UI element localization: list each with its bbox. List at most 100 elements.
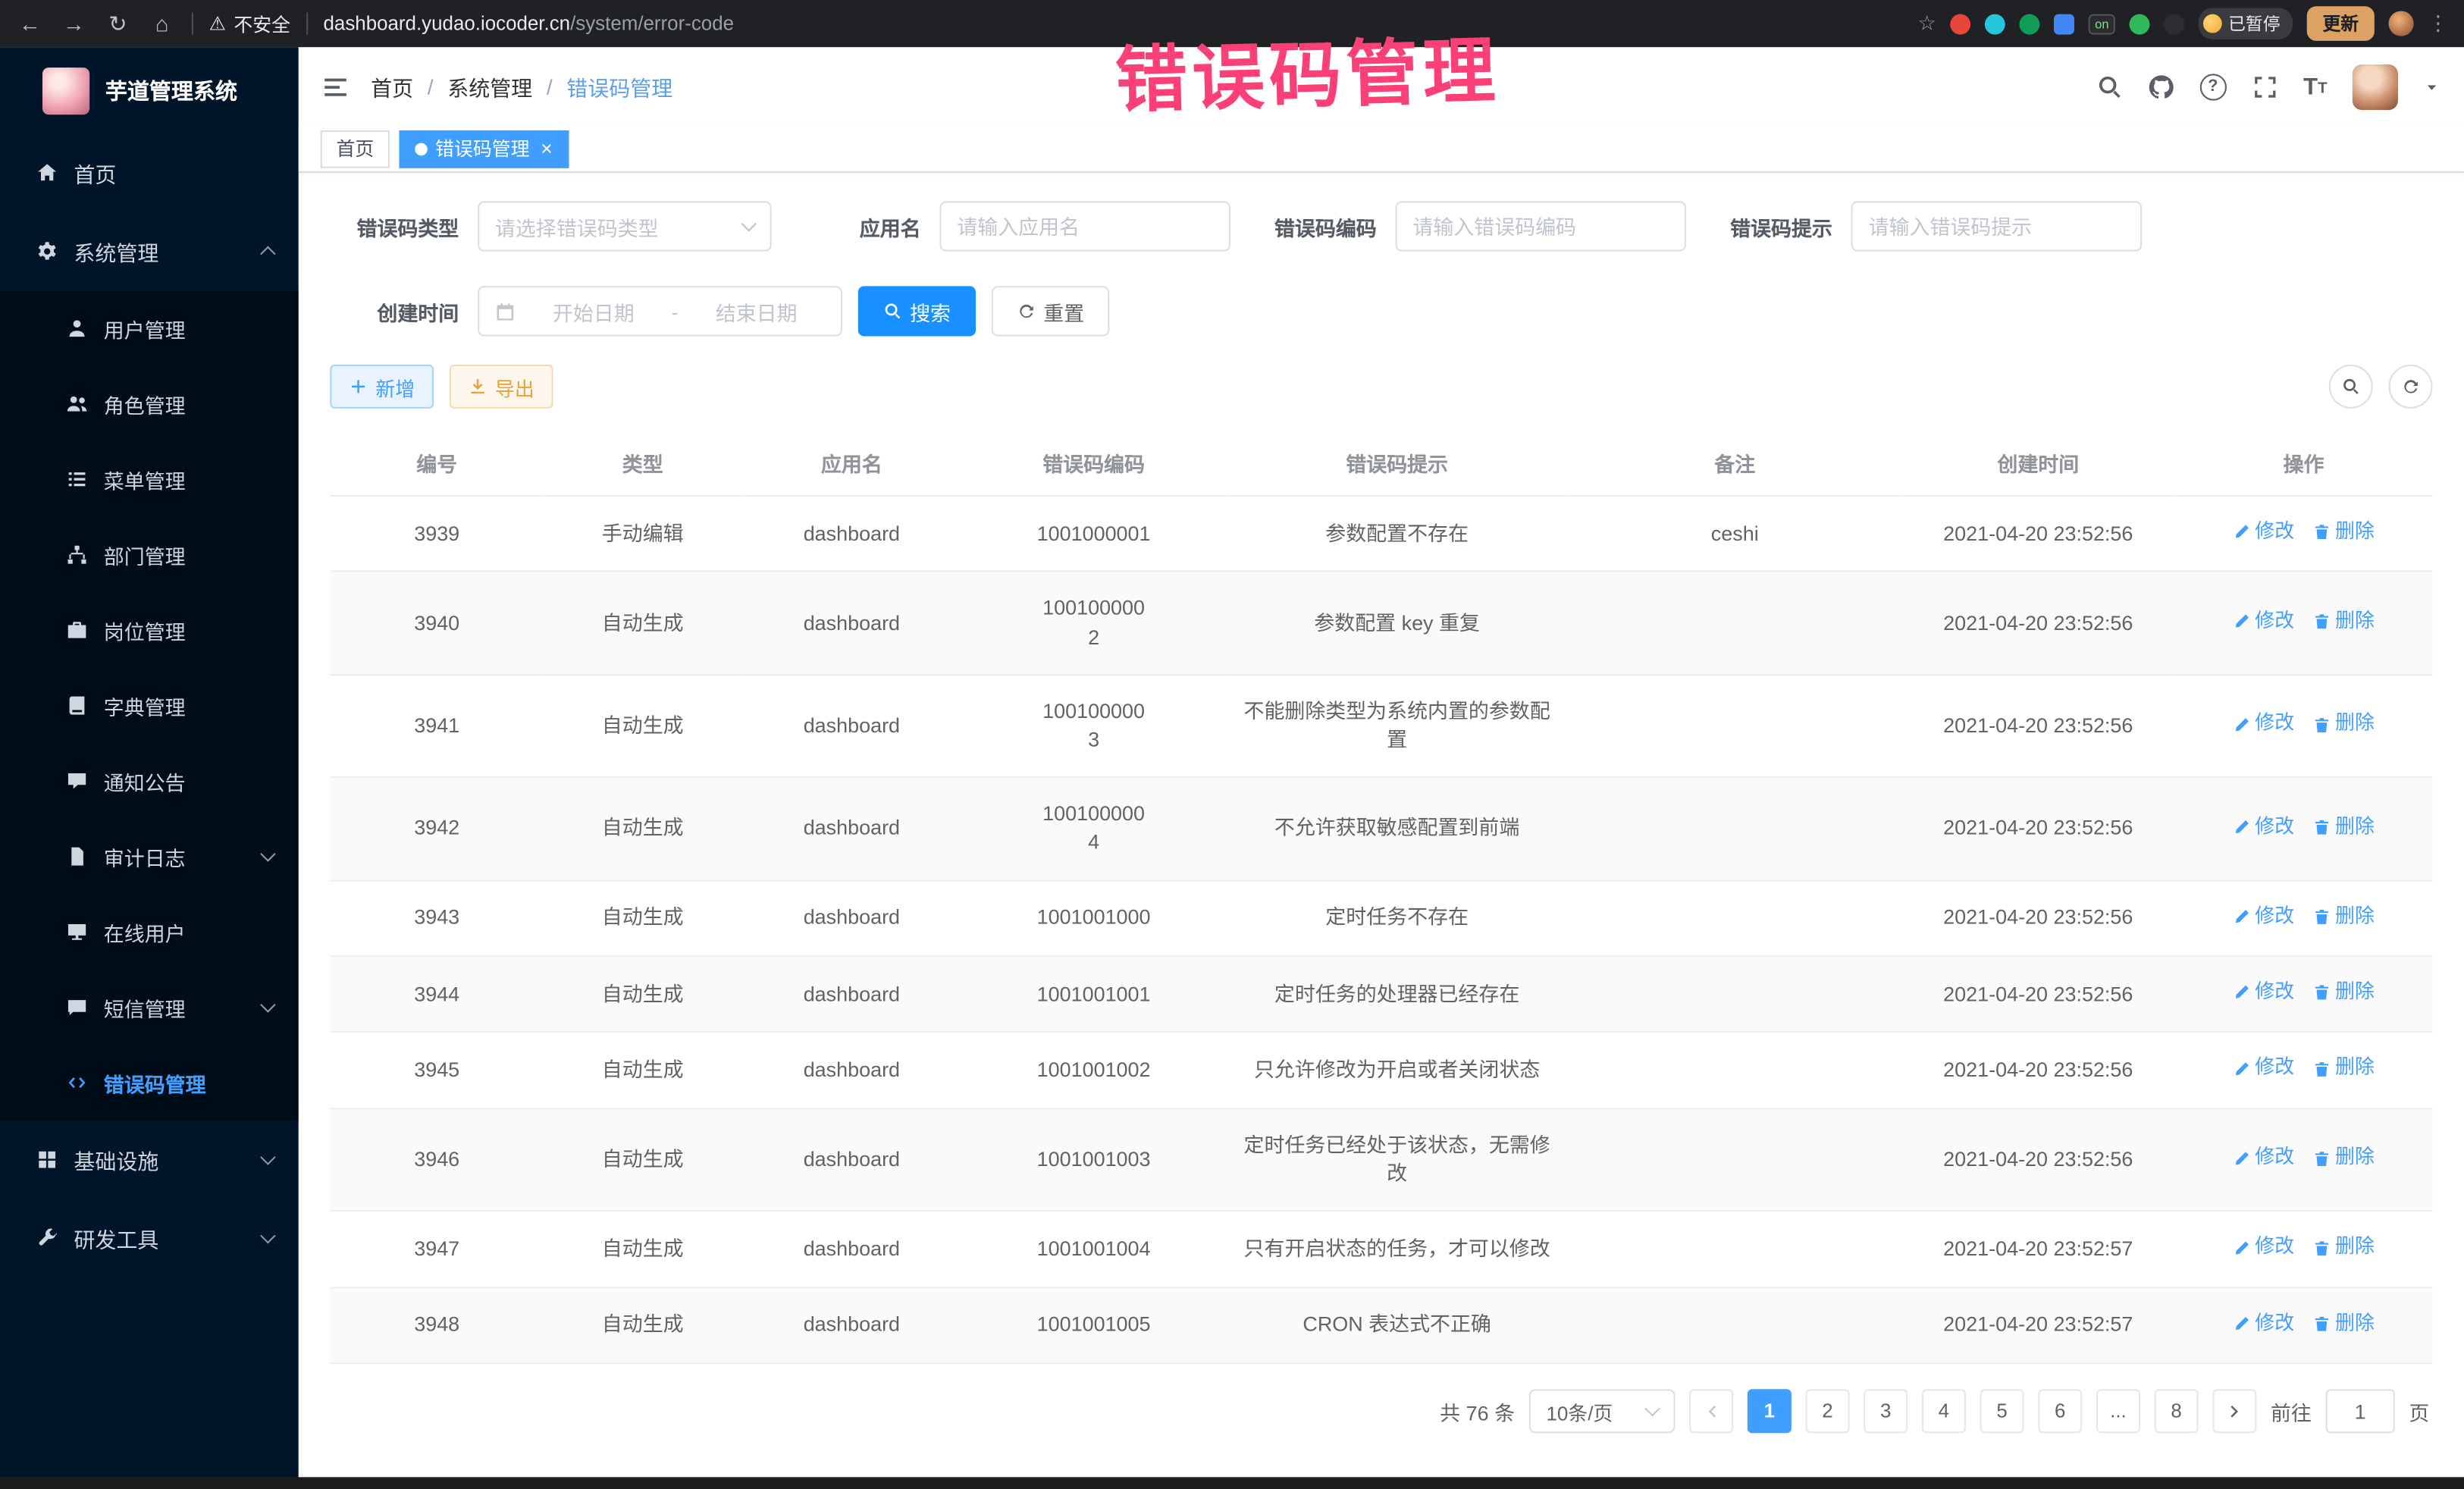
edit-icon (2233, 984, 2250, 1002)
page-button[interactable]: 4 (1922, 1390, 1966, 1434)
chevron-down-icon (260, 846, 276, 862)
sidebar-item[interactable]: 基础设施 (0, 1121, 299, 1199)
security-warning[interactable]: ⚠ 不安全 (209, 10, 290, 36)
extension-on-badge[interactable]: on (2089, 14, 2115, 34)
page-ellipsis[interactable]: ... (2096, 1390, 2140, 1434)
sidebar-item[interactable]: 菜单管理 (0, 441, 299, 516)
error-type-select[interactable]: 请选择错误码类型 (478, 201, 772, 251)
sidebar-item[interactable]: 短信管理 (0, 970, 299, 1045)
bookmark-star-icon[interactable]: ☆ (1918, 11, 1936, 36)
browser-back-icon[interactable]: ← (16, 11, 44, 36)
sidebar-item[interactable]: 在线用户 (0, 894, 299, 969)
help-icon[interactable]: ? (2199, 73, 2226, 99)
page-button[interactable]: 3 (1864, 1390, 1908, 1434)
delete-link[interactable]: 删除 (2313, 608, 2375, 635)
toggle-search-button[interactable] (2329, 365, 2373, 409)
paused-badge[interactable]: 已暂停 (2199, 8, 2293, 39)
prev-page-button[interactable] (1689, 1390, 1733, 1434)
sidebar-item[interactable]: 用户管理 (0, 290, 299, 365)
extension-icon-green[interactable] (2020, 14, 2040, 34)
sidebar-toggle-icon[interactable] (322, 73, 349, 99)
tab-close-icon[interactable]: × (541, 136, 553, 160)
delete-link[interactable]: 删除 (2313, 903, 2375, 930)
delete-link[interactable]: 删除 (2313, 519, 2375, 546)
header-search-button[interactable] (2096, 73, 2122, 99)
sidebar-item[interactable]: 部门管理 (0, 517, 299, 592)
extension-icon-leaf[interactable] (2130, 14, 2150, 34)
edit-link[interactable]: 修改 (2233, 903, 2294, 930)
edit-icon (2233, 819, 2250, 836)
export-button[interactable]: 导出 (450, 365, 553, 409)
browser-update-button[interactable]: 更新 (2307, 6, 2375, 41)
export-icon (469, 377, 487, 396)
error-hint-input[interactable] (1869, 215, 2125, 238)
delete-link[interactable]: 删除 (2313, 1234, 2375, 1262)
error-code-input[interactable] (1412, 215, 1669, 238)
edit-link[interactable]: 修改 (2233, 1310, 2294, 1337)
page-button[interactable]: 2 (1805, 1390, 1849, 1434)
user-avatar[interactable] (2353, 64, 2398, 109)
sidebar-item[interactable]: 错误码管理 (0, 1045, 299, 1120)
avatar-caret-down-icon[interactable] (2423, 78, 2440, 96)
sidebar-item[interactable]: 研发工具 (0, 1199, 299, 1277)
app-name-input[interactable] (957, 215, 1213, 238)
tab-label: 首页 (337, 135, 375, 161)
edit-link[interactable]: 修改 (2233, 710, 2294, 738)
sidebar-item[interactable]: 系统管理 (0, 212, 299, 291)
edit-link[interactable]: 修改 (2233, 1145, 2294, 1172)
cell-app: dashboard (741, 572, 961, 675)
sidebar-item[interactable]: 角色管理 (0, 366, 299, 441)
browser-home-icon[interactable]: ⌂ (148, 11, 176, 36)
extension-icon-blue-grid[interactable] (2054, 14, 2074, 34)
page-button[interactable]: 8 (2155, 1390, 2199, 1434)
sidebar-item[interactable]: 通知公告 (0, 743, 299, 818)
goto-page-input[interactable] (2326, 1390, 2395, 1434)
page-button[interactable]: 6 (2038, 1390, 2082, 1434)
calendar-icon (495, 301, 516, 321)
browser-forward-icon[interactable]: → (60, 11, 88, 36)
breadcrumb-item[interactable]: 首页 (371, 71, 413, 102)
sidebar-item[interactable]: 岗位管理 (0, 592, 299, 667)
edit-link[interactable]: 修改 (2233, 1234, 2294, 1262)
next-page-button[interactable] (2212, 1390, 2256, 1434)
font-size-icon[interactable]: TT (2303, 74, 2328, 98)
browser-profile-avatar[interactable] (2389, 11, 2414, 36)
delete-link[interactable]: 删除 (2313, 1055, 2375, 1083)
browser-menu-icon[interactable]: ⋮ (2428, 11, 2448, 36)
date-range-picker[interactable]: 开始日期 - 结束日期 (478, 286, 842, 336)
fullscreen-icon[interactable] (2252, 73, 2278, 99)
edit-link[interactable]: 修改 (2233, 1055, 2294, 1083)
breadcrumb-item[interactable]: 系统管理 (447, 71, 532, 102)
notice-icon (66, 770, 88, 792)
add-button[interactable]: 新增 (330, 365, 434, 409)
delete-link[interactable]: 删除 (2313, 710, 2375, 738)
search-button[interactable]: 搜索 (858, 286, 976, 336)
reset-button[interactable]: 重置 (992, 286, 1109, 336)
column-header: 编号 (330, 431, 544, 496)
cell-type: 自动生成 (544, 880, 741, 956)
page-size-select[interactable]: 10条/页 (1529, 1390, 1676, 1434)
address-bar[interactable]: dashboard.yudao.iocoder.cn/system/error-… (324, 13, 735, 35)
browser-refresh-icon[interactable]: ↻ (104, 10, 132, 36)
sidebar-item[interactable]: 首页 (0, 133, 299, 212)
tab-item[interactable]: 错误码管理× (399, 130, 568, 168)
extension-icon-red[interactable] (1950, 14, 1970, 34)
page-button[interactable]: 1 (1748, 1390, 1792, 1434)
tab-item[interactable]: 首页 (321, 130, 390, 168)
edit-link[interactable]: 修改 (2233, 979, 2294, 1006)
edit-link[interactable]: 修改 (2233, 813, 2294, 841)
extension-icon-teal[interactable] (1985, 14, 2005, 34)
delete-link[interactable]: 删除 (2313, 1145, 2375, 1172)
sidebar-item[interactable]: 审计日志 (0, 819, 299, 894)
edit-link[interactable]: 修改 (2233, 519, 2294, 546)
refresh-table-button[interactable] (2389, 365, 2433, 409)
sidebar-item[interactable]: 字典管理 (0, 668, 299, 743)
delete-link[interactable]: 删除 (2313, 813, 2375, 841)
app-logo[interactable]: 芋道管理系统 (0, 47, 299, 133)
page-button[interactable]: 5 (1980, 1390, 2024, 1434)
delete-link[interactable]: 删除 (2313, 1310, 2375, 1337)
delete-link[interactable]: 删除 (2313, 979, 2375, 1006)
extension-icon-pin[interactable] (2164, 14, 2184, 34)
github-icon[interactable] (2148, 73, 2174, 99)
edit-link[interactable]: 修改 (2233, 608, 2294, 635)
